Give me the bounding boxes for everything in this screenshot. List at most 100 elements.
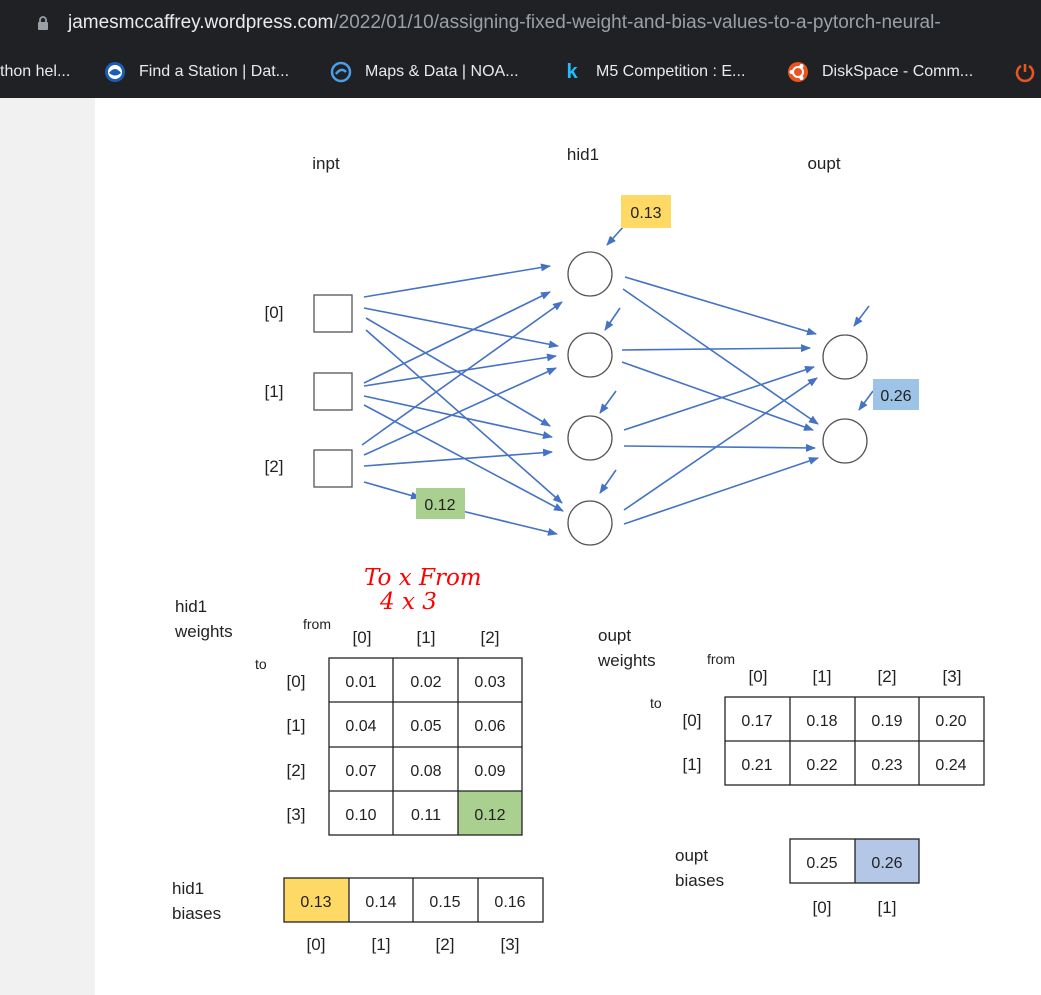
hid1-b-cell: 0.14: [365, 894, 396, 911]
bookmark-more[interactable]: [1014, 61, 1041, 83]
oupt-label: oupt: [807, 154, 840, 173]
hid1-biases-title-2: biases: [172, 904, 221, 923]
hid1-b-index: [2]: [436, 935, 455, 954]
hid1-w-cell: 0.04: [345, 718, 376, 735]
hid1-weights-col-2: [2]: [481, 628, 500, 647]
hid1-label: hid1: [567, 145, 599, 164]
hid1-w-cell: 0.11: [411, 807, 441, 824]
hid1-w-cell: 0.02: [410, 674, 441, 691]
kaggle-icon: k: [566, 60, 578, 83]
hid1-weights-row-3: [3]: [287, 805, 306, 824]
climate-icon: [330, 61, 352, 83]
hid1-b-index: [3]: [501, 935, 520, 954]
url-text[interactable]: jamesmccaffrey.wordpress.com/2022/01/10/…: [68, 12, 941, 34]
bookmark-find-station[interactable]: Find a Station | Dat...: [104, 61, 289, 83]
oupt-weights-col-3: [3]: [943, 667, 962, 686]
hid1-weights-table: hid1 weights from to [0] [1] [2] [0] [1]…: [174, 597, 523, 836]
bookmark-label: Maps & Data | NOA...: [365, 63, 519, 80]
bookmark-maps-data[interactable]: Maps & Data | NOA...: [330, 61, 519, 83]
oupt-weights-table: oupt weights from to [0] [1] [2] [3] [0]…: [597, 626, 985, 786]
oupt-w-cell: 0.24: [935, 757, 966, 774]
hidden-node-3: [567, 500, 613, 546]
output-node-1: [822, 418, 868, 464]
oupt-b-cell: 0.26: [871, 855, 902, 872]
hid1-weights-title-2: weights: [174, 622, 233, 641]
out-bias-callout-text: 0.26: [880, 388, 911, 405]
bookmarks-bar: thon hel... Find a Station | Dat... Maps…: [0, 48, 1041, 98]
noaa-icon: [104, 61, 126, 83]
output-node-0: [822, 334, 868, 380]
hid1-weights-row-1: [1]: [287, 716, 306, 735]
neural-network-diagram: inpt hid1 oupt [0] [1] [2] 0.13 0.12 0.2…: [172, 145, 985, 954]
bookmark-m5[interactable]: k M5 Competition : E...: [561, 61, 745, 83]
bookmark-label: thon hel...: [0, 63, 71, 80]
hid1-b-index: [0]: [307, 935, 326, 954]
hid1-weights-to: to: [255, 656, 267, 672]
oupt-weights-col-0: [0]: [749, 667, 768, 686]
input-index-0: [0]: [265, 303, 284, 322]
hid1-w-cell: 0.08: [410, 763, 441, 780]
hid1-w-cell: 0.12: [474, 807, 505, 824]
input-node-0: [313, 294, 353, 333]
hidden-node-2: [567, 415, 613, 461]
hid1-w-cell: 0.06: [474, 718, 505, 735]
lock-icon: [38, 16, 48, 30]
hid1-w-cell: 0.07: [345, 763, 376, 780]
bookmark-label: M5 Competition : E...: [596, 63, 746, 80]
oupt-b-cell: 0.25: [806, 855, 837, 872]
oupt-b-index: [1]: [878, 898, 897, 917]
hid1-w-cell: 0.05: [410, 718, 441, 735]
bookmark-python[interactable]: thon hel...: [0, 61, 70, 83]
oupt-w-cell: 0.23: [871, 757, 902, 774]
input-node-1: [313, 372, 353, 411]
hid1-b-cell: 0.15: [429, 894, 460, 911]
oupt-weights-col-2: [2]: [878, 667, 897, 686]
hid1-w-cell: 0.10: [345, 807, 376, 824]
hid1-biases-title-1: hid1: [172, 879, 204, 898]
inpt-label: inpt: [312, 154, 340, 173]
oupt-w-cell: 0.21: [741, 757, 772, 774]
oupt-weights-from: from: [707, 651, 735, 667]
oupt-w-cell: 0.17: [741, 713, 772, 730]
hidden-output-edges: [621, 276, 819, 525]
input-node-2: [313, 449, 353, 488]
oupt-biases-title-1: oupt: [675, 846, 708, 865]
hid1-weights-row-2: [2]: [287, 761, 306, 780]
oupt-weights-title-2: weights: [597, 651, 656, 670]
oupt-w-cell: 0.19: [871, 713, 902, 730]
bookmark-label: Find a Station | Dat...: [139, 63, 290, 80]
hid1-weights-from: from: [303, 616, 331, 632]
oupt-w-cell: 0.22: [806, 757, 837, 774]
input-index-1: [1]: [265, 382, 284, 401]
hid1-b-index: [1]: [372, 935, 391, 954]
hid1-w-cell: 0.03: [474, 674, 505, 691]
url-domain: jamesmccaffrey.wordpress.com: [68, 12, 334, 33]
hid1-w-cell: 0.09: [474, 763, 505, 780]
bookmark-diskspace[interactable]: DiskSpace - Comm...: [787, 61, 973, 83]
hidden-node-0: [567, 251, 613, 297]
oupt-b-index: [0]: [813, 898, 832, 917]
address-bar[interactable]: jamesmccaffrey.wordpress.com/2022/01/10/…: [0, 0, 1041, 48]
ubuntu-icon: [787, 61, 809, 83]
hid1-weights-col-0: [0]: [353, 628, 372, 647]
hidden-node-1: [567, 332, 613, 378]
bookmark-label: DiskSpace - Comm...: [822, 63, 974, 80]
oupt-w-cell: 0.20: [935, 713, 966, 730]
oupt-biases-table: oupt biases 0.25 0.26 [0] [1]: [675, 838, 920, 917]
input-index-2: [2]: [265, 457, 284, 476]
oupt-weights-row-0: [0]: [683, 711, 702, 730]
weight-callout-text: 0.12: [424, 497, 455, 514]
hid1-weights-row-0: [0]: [287, 672, 306, 691]
oupt-weights-title-1: oupt: [598, 626, 631, 645]
hid1-weights-title-1: hid1: [175, 597, 207, 616]
oupt-weights-col-1: [1]: [813, 667, 832, 686]
oupt-weights-to: to: [650, 695, 662, 711]
hid1-w-cell: 0.01: [345, 674, 376, 691]
hid1-b-cell: 0.13: [300, 894, 331, 911]
oupt-w-cell: 0.18: [806, 713, 837, 730]
power-icon: [1014, 61, 1036, 83]
hid-bias-callout-text: 0.13: [630, 205, 661, 222]
annotation-dims: 4 x 3: [379, 589, 437, 615]
oupt-weights-row-1: [1]: [683, 755, 702, 774]
oupt-biases-title-2: biases: [675, 871, 724, 890]
